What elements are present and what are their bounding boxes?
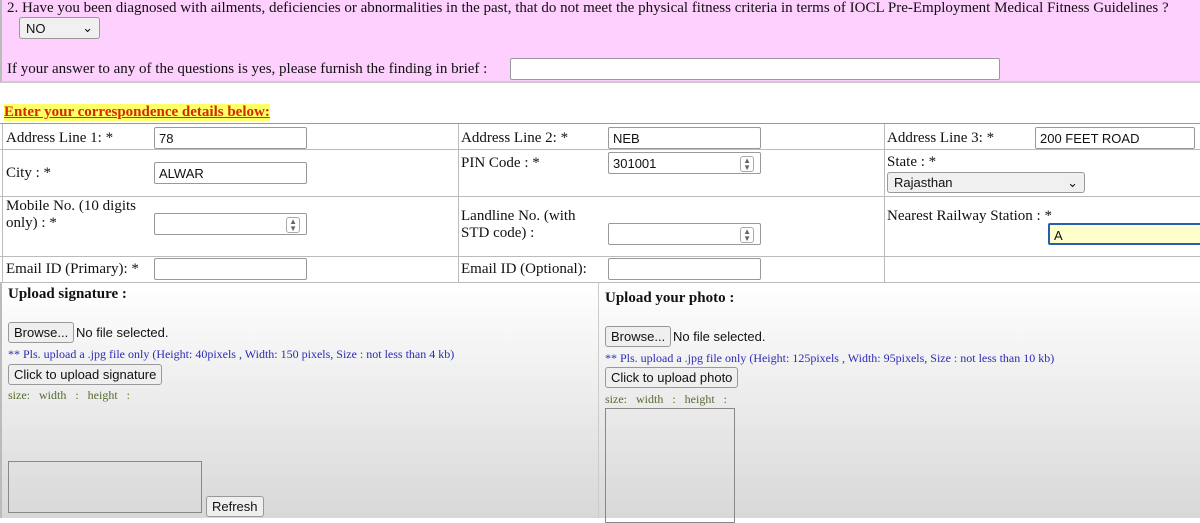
address1-label: Address Line 1: * [6,130,114,146]
railway-label: Nearest Railway Station : * [887,208,1052,224]
pin-value: 301001 [613,156,657,171]
landline-input[interactable]: ▲ ▼ [608,223,761,245]
city-input[interactable]: ALWAR [154,162,307,184]
email2-label: Email ID (Optional): [461,261,587,277]
city-label: City : * [6,165,52,181]
landline-label: Landline No. (with STD code) : [461,208,576,241]
signature-size-info: size: width : height : [8,388,130,402]
photo-title: Upload your photo : [605,290,735,306]
email1-input[interactable] [154,258,307,280]
upload-signature-button[interactable]: Click to upload signature [8,364,163,385]
state-label: State : * [887,154,937,170]
signature-file-status: No file selected. [76,325,169,340]
spinner-icon[interactable]: ▲ ▼ [740,156,754,172]
state-select[interactable]: Rajasthan ⌄ [887,172,1085,193]
correspondence-heading: Enter your correspondence details below: [4,104,270,121]
select-value: Rajasthan [894,175,953,190]
medical-question: 2. Have you been diagnosed with ailments… [7,0,1169,16]
upload-section: Upload signature : Browse... No file sel… [0,283,1200,523]
medical-answer-select[interactable]: NO ⌄ [19,17,100,39]
email2-input[interactable] [608,258,761,280]
correspondence-table: Address Line 1: * 78 Address Line 2: * N… [0,123,1200,284]
signature-browse-button[interactable]: Browse... [8,322,75,343]
railway-input[interactable]: A [1048,223,1200,245]
spinner-icon[interactable]: ▲ ▼ [286,217,300,233]
finding-label: If your answer to any of the questions i… [7,61,488,77]
refresh-button[interactable]: Refresh [206,496,264,517]
address1-input[interactable]: 78 [154,127,307,149]
finding-input[interactable] [510,58,1000,80]
photo-preview [605,408,735,523]
signature-preview [8,461,202,513]
mobile-label: Mobile No. (10 digits only) : * [6,198,136,231]
photo-note: ** Pls. upload a .jpg file only (Height:… [605,351,1055,365]
address3-input[interactable]: 200 FEET ROAD [1035,127,1195,149]
signature-title: Upload signature : [8,286,127,302]
address2-label: Address Line 2: * [461,130,569,146]
chevron-down-icon: ⌄ [82,20,93,35]
pin-input[interactable]: 301001 ▲ ▼ [608,152,761,174]
upload-photo-button[interactable]: Click to upload photo [605,367,739,388]
photo-size-info: size: width : height : [605,392,727,406]
email1-label: Email ID (Primary): * [6,261,139,277]
photo-browse-button[interactable]: Browse... [605,326,672,347]
photo-file-status: No file selected. [673,329,766,344]
medical-section: 2. Have you been diagnosed with ailments… [0,0,1200,83]
spinner-icon[interactable]: ▲ ▼ [740,227,754,243]
chevron-down-icon: ⌄ [1067,174,1078,190]
address3-label: Address Line 3: * [887,130,995,146]
select-value: NO [26,20,46,36]
address2-input[interactable]: NEB [608,127,761,149]
pin-label: PIN Code : * [461,155,540,171]
signature-note: ** Pls. upload a .jpg file only (Height:… [8,347,455,361]
mobile-input[interactable]: ▲ ▼ [154,213,307,235]
